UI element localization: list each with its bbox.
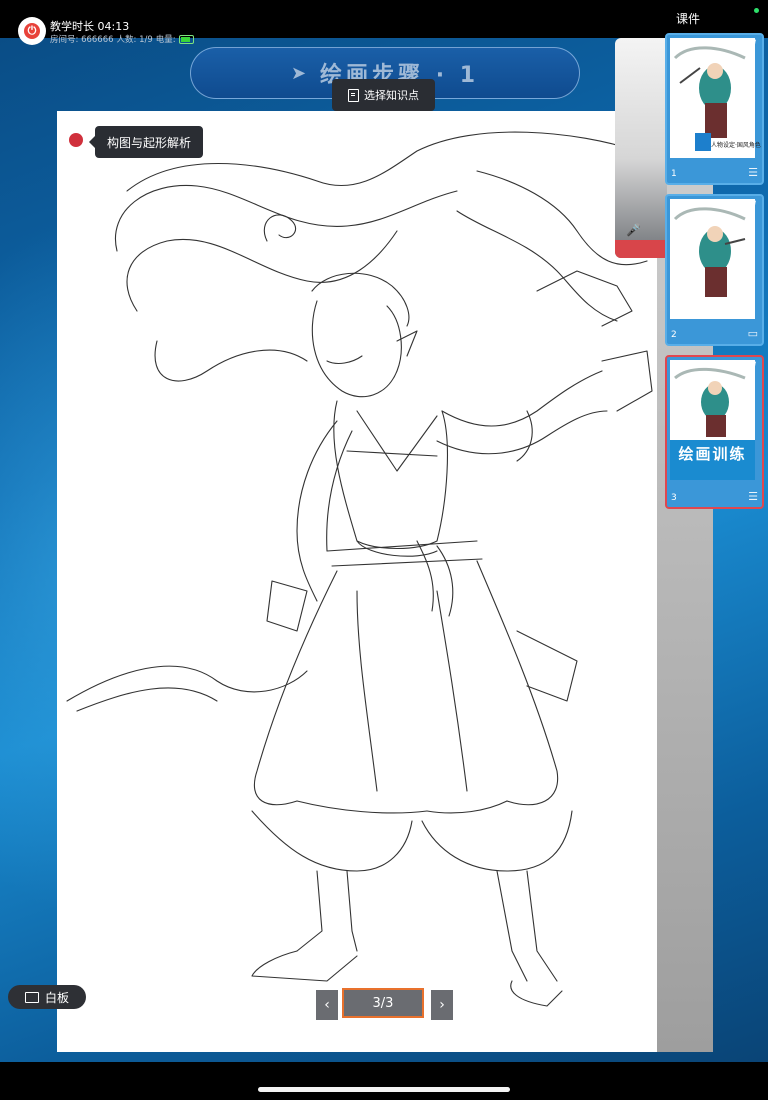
trash-icon[interactable]: 🗑 [744,199,758,212]
character-sketch [66,131,653,1007]
next-page-button[interactable]: › [431,990,453,1020]
slide-thumbnail-1[interactable]: 人物设定·国风角色 🗑 1 ☰ [665,33,764,185]
microphone-icon[interactable]: 🎤 [626,223,641,237]
slide-subtitle-1: 人物设定·国风角色 [711,142,761,149]
layers-icon: ☰ [748,166,758,179]
exit-class-button[interactable]: ⏻ [18,17,46,45]
trash-icon[interactable]: 🗑 [744,360,758,373]
home-indicator[interactable] [258,1087,510,1092]
slide-thumbnail-3[interactable]: 绘画训练 🗑 3 ☰ [665,355,764,509]
power-icon: ⏻ [24,23,40,39]
battery-label: 电量: [155,35,176,45]
camera-indicator [754,8,759,13]
annotation-label: 构图与起形解析 [88,126,204,158]
audio-level-panel: 🎤 [615,38,667,258]
select-knowledge-point-button[interactable]: 选择知识点 [332,79,435,111]
document-icon [348,88,359,102]
session-timer: 教学时长 04:13 [50,20,130,33]
slide-caption-3: 绘画训练 [678,445,747,463]
page-indicator[interactable]: 3/3 [342,988,424,1018]
slide-number-1: 1 [671,169,677,179]
drawing-canvas[interactable] [57,111,657,1052]
courseware-title: 课件 [676,12,701,26]
slide-number-3: 3 [671,493,677,503]
annotation-marker[interactable] [69,133,83,147]
bottom-bar [0,1062,768,1100]
slide-thumbnail-2[interactable]: 🗑 2 ▭ [665,194,764,346]
trash-icon[interactable]: 🗑 [744,38,758,51]
room-info: 房间号: 666666 人数: 1/9 电量: [50,33,194,45]
screen-icon: ▭ [747,327,758,340]
people-count: 人数: 1/9 [116,35,153,45]
slide-number-2: 2 [671,330,677,340]
layers-icon: ☰ [748,490,758,503]
send-arrow-icon: ➤ [290,62,307,84]
whiteboard-icon [24,991,39,1003]
previous-page-button[interactable]: ‹ [316,990,338,1020]
audio-level-bar [615,240,667,258]
whiteboard-button[interactable]: 白板 [8,985,86,1009]
slide-image-2 [670,199,755,319]
room-number: 房间号: 666666 [50,35,114,45]
battery-icon [178,34,194,44]
